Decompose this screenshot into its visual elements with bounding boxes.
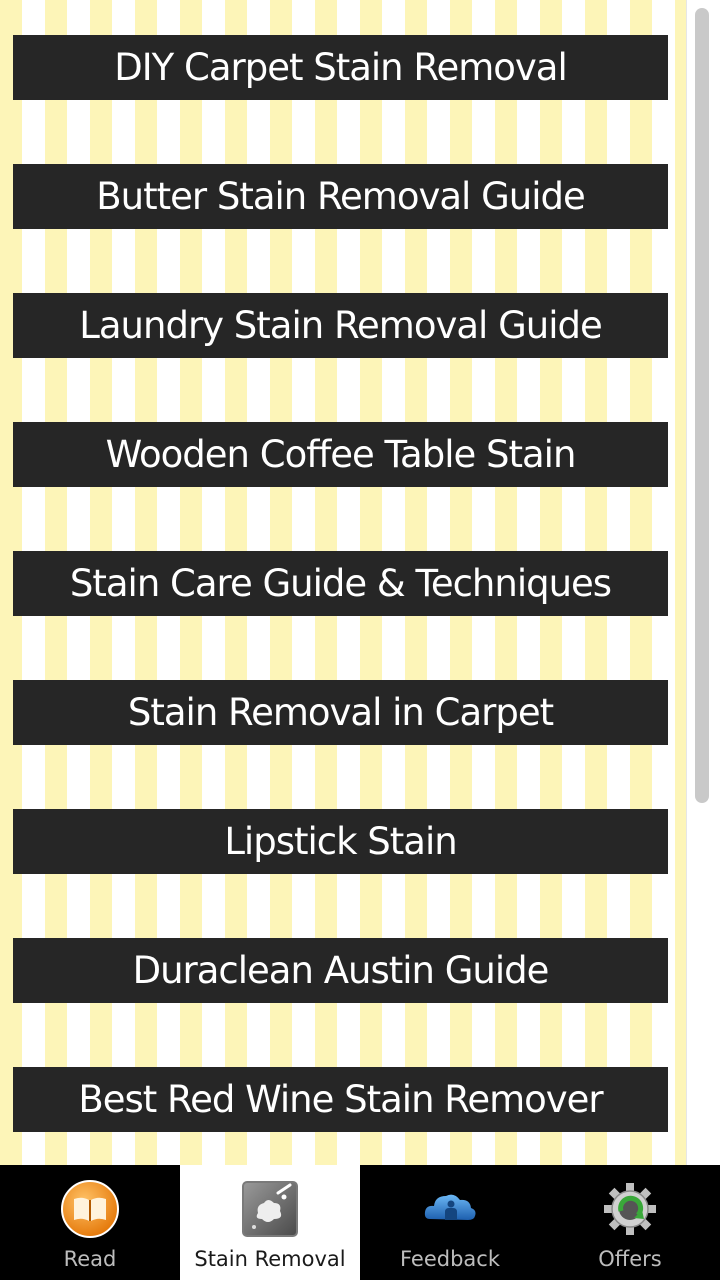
tab-offers-label: Offers (598, 1247, 662, 1271)
menu-button-lipstick-stain[interactable]: Lipstick Stain (13, 809, 668, 874)
menu-button-laundry-stain-removal-guide[interactable]: Laundry Stain Removal Guide (13, 293, 668, 358)
menu-button-stain-care-guide[interactable]: Stain Care Guide & Techniques (13, 551, 668, 616)
tab-read-label: Read (63, 1247, 117, 1271)
scrollbar-thumb[interactable] (695, 8, 709, 803)
bottom-tab-bar: Read Stain Removal Feedback Offers (0, 1165, 720, 1280)
menu-list: DIY Carpet Stain Removal Butter Stain Re… (13, 35, 668, 1165)
stain-icon (240, 1179, 300, 1239)
scrollbar-track[interactable] (686, 0, 720, 1165)
tab-offers[interactable]: Offers (540, 1165, 720, 1280)
refresh-gear-icon (600, 1179, 660, 1239)
menu-button-stain-removal-in-carpet[interactable]: Stain Removal in Carpet (13, 680, 668, 745)
menu-button-butter-stain-removal-guide[interactable]: Butter Stain Removal Guide (13, 164, 668, 229)
menu-button-wooden-coffee-table-stain[interactable]: Wooden Coffee Table Stain (13, 422, 668, 487)
tab-feedback-label: Feedback (399, 1247, 500, 1271)
menu-button-diy-carpet-stain-removal[interactable]: DIY Carpet Stain Removal (13, 35, 668, 100)
app-screen: DIY Carpet Stain Removal Butter Stain Re… (0, 0, 720, 1280)
tab-stain-removal-label: Stain Removal (194, 1247, 346, 1271)
menu-button-best-red-wine-stain-remover[interactable]: Best Red Wine Stain Remover (13, 1067, 668, 1132)
content-area[interactable]: DIY Carpet Stain Removal Butter Stain Re… (0, 0, 686, 1165)
tab-stain-removal[interactable]: Stain Removal (180, 1165, 360, 1280)
tab-read[interactable]: Read (0, 1165, 180, 1280)
tab-feedback[interactable]: Feedback (360, 1165, 540, 1280)
menu-button-duraclean-austin-guide[interactable]: Duraclean Austin Guide (13, 938, 668, 1003)
cloud-icon (420, 1179, 480, 1239)
book-icon (60, 1179, 120, 1239)
